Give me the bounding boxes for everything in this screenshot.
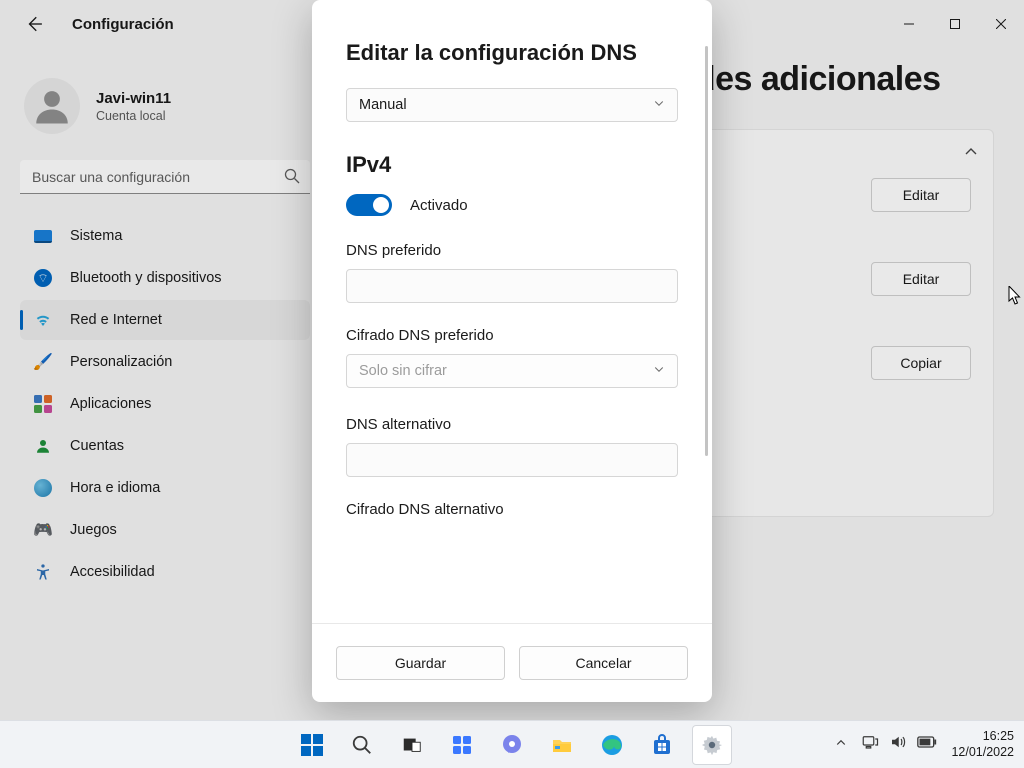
widgets-button[interactable] xyxy=(442,725,482,765)
preferred-encryption-select[interactable]: Solo sin cifrar xyxy=(346,354,678,388)
ipv4-toggle[interactable] xyxy=(346,194,392,216)
clock-time: 16:25 xyxy=(951,729,1014,745)
modal-title: Editar la configuración DNS xyxy=(346,40,678,66)
preferred-dns-input[interactable] xyxy=(346,269,678,303)
file-explorer-button[interactable] xyxy=(542,725,582,765)
cancel-button[interactable]: Cancelar xyxy=(519,646,688,680)
alt-dns-label: DNS alternativo xyxy=(346,416,678,433)
taskbar-search-button[interactable] xyxy=(342,725,382,765)
alt-encryption-label: Cifrado DNS alternativo xyxy=(346,501,678,518)
windows-logo-icon xyxy=(301,734,323,756)
dns-mode-select[interactable]: Manual xyxy=(346,88,678,122)
start-button[interactable] xyxy=(292,725,332,765)
settings-app-button[interactable] xyxy=(692,725,732,765)
store-button[interactable] xyxy=(642,725,682,765)
save-button[interactable]: Guardar xyxy=(336,646,505,680)
clock-date: 12/01/2022 xyxy=(951,745,1014,761)
dns-settings-modal: Editar la configuración DNS Manual IPv4 … xyxy=(312,0,712,702)
preferred-dns-label: DNS preferido xyxy=(346,242,678,259)
tray-chevron-icon[interactable] xyxy=(835,736,847,754)
alt-dns-input[interactable] xyxy=(346,443,678,477)
taskbar-clock[interactable]: 16:25 12/01/2022 xyxy=(951,729,1014,760)
battery-tray-icon[interactable] xyxy=(917,735,937,754)
chevron-down-icon xyxy=(653,97,665,113)
network-tray-icon[interactable] xyxy=(861,733,879,756)
preferred-encryption-value: Solo sin cifrar xyxy=(359,363,447,379)
taskbar: 16:25 12/01/2022 xyxy=(0,720,1024,768)
task-view-button[interactable] xyxy=(392,725,432,765)
preferred-encryption-label: Cifrado DNS preferido xyxy=(346,327,678,344)
dns-mode-value: Manual xyxy=(359,97,407,113)
modal-scrollbar[interactable] xyxy=(705,46,708,456)
ipv4-heading: IPv4 xyxy=(346,152,678,178)
volume-tray-icon[interactable] xyxy=(889,733,907,756)
ipv4-toggle-label: Activado xyxy=(410,197,468,214)
chevron-down-icon xyxy=(653,363,665,379)
chat-button[interactable] xyxy=(492,725,532,765)
edge-button[interactable] xyxy=(592,725,632,765)
